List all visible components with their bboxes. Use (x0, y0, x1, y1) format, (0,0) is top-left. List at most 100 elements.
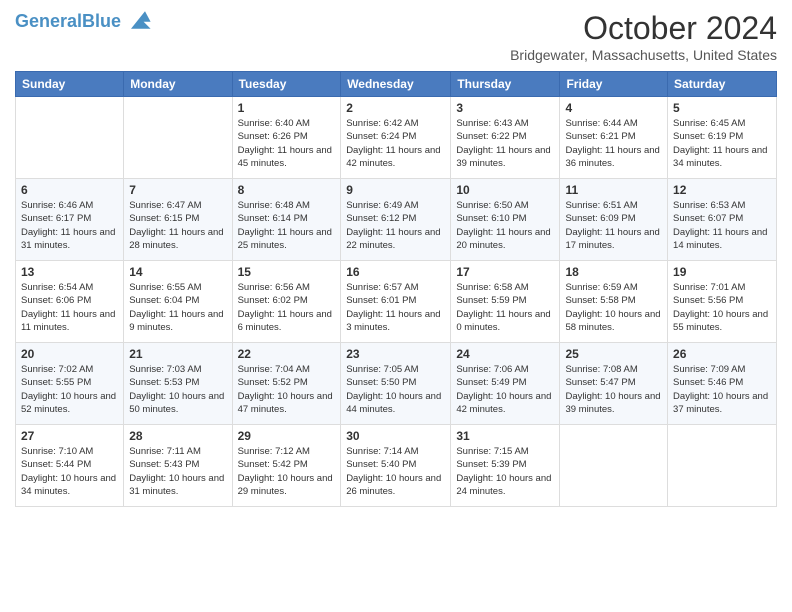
calendar-table: Sunday Monday Tuesday Wednesday Thursday… (15, 71, 777, 507)
day-info: Sunrise: 7:15 AM Sunset: 5:39 PM Dayligh… (456, 445, 554, 498)
day-info: Sunrise: 7:06 AM Sunset: 5:49 PM Dayligh… (456, 363, 554, 416)
calendar-cell: 21 Sunrise: 7:03 AM Sunset: 5:53 PM Dayli… (124, 343, 232, 425)
day-number: 31 (456, 429, 554, 443)
day-info: Sunrise: 7:14 AM Sunset: 5:40 PM Dayligh… (346, 445, 445, 498)
calendar-cell (16, 97, 124, 179)
day-info: Sunrise: 6:53 AM Sunset: 6:07 PM Dayligh… (673, 199, 771, 252)
day-info: Sunrise: 6:43 AM Sunset: 6:22 PM Dayligh… (456, 117, 554, 170)
day-number: 7 (129, 183, 226, 197)
calendar-cell: 4Sunrise: 6:44 AM Sunset: 6:21 PM Daylig… (560, 97, 668, 179)
calendar-cell: 13 Sunrise: 6:54 AM Sunset: 6:06 PM Dayli… (16, 261, 124, 343)
page: GeneralBlue October 2024 Bridgewater, Ma… (0, 0, 792, 612)
day-number: 21 (129, 347, 226, 361)
day-number: 10 (456, 183, 554, 197)
calendar-cell: 20 Sunrise: 7:02 AM Sunset: 5:55 PM Dayli… (16, 343, 124, 425)
day-number: 12 (673, 183, 771, 197)
calendar-cell: 18 Sunrise: 6:59 AM Sunset: 5:58 PM Dayli… (560, 261, 668, 343)
day-number: 6 (21, 183, 118, 197)
day-number: 20 (21, 347, 118, 361)
day-info: Sunrise: 7:03 AM Sunset: 5:53 PM Dayligh… (129, 363, 226, 416)
calendar-cell: 10 Sunrise: 6:50 AM Sunset: 6:10 PM Dayli… (451, 179, 560, 261)
calendar-cell: 3 Sunrise: 6:43 AM Sunset: 6:22 PM Daylig… (451, 97, 560, 179)
calendar-cell: 27 Sunrise: 7:10 AM Sunset: 5:44 PM Dayli… (16, 425, 124, 507)
day-info: Sunrise: 6:40 AM Sunset: 6:26 PM Dayligh… (238, 117, 336, 170)
day-info: Sunrise: 6:59 AM Sunset: 5:58 PM Dayligh… (565, 281, 662, 334)
calendar-cell: 11Sunrise: 6:51 AM Sunset: 6:09 PM Dayli… (560, 179, 668, 261)
day-number: 4 (565, 101, 662, 115)
calendar-cell: 1 Sunrise: 6:40 AM Sunset: 6:26 PM Daylig… (232, 97, 341, 179)
day-number: 23 (346, 347, 445, 361)
col-thursday: Thursday (451, 72, 560, 97)
logo-text: GeneralBlue (15, 12, 121, 32)
day-info: Sunrise: 7:11 AM Sunset: 5:43 PM Dayligh… (129, 445, 226, 498)
day-number: 29 (238, 429, 336, 443)
calendar-cell: 8Sunrise: 6:48 AM Sunset: 6:14 PM Daylig… (232, 179, 341, 261)
col-wednesday: Wednesday (341, 72, 451, 97)
day-info: Sunrise: 7:09 AM Sunset: 5:46 PM Dayligh… (673, 363, 771, 416)
logo: GeneralBlue (15, 10, 152, 34)
calendar-cell: 5 Sunrise: 6:45 AM Sunset: 6:19 PM Daylig… (668, 97, 777, 179)
day-number: 28 (129, 429, 226, 443)
day-info: Sunrise: 6:55 AM Sunset: 6:04 PM Dayligh… (129, 281, 226, 334)
day-number: 26 (673, 347, 771, 361)
calendar-week-3: 13 Sunrise: 6:54 AM Sunset: 6:06 PM Dayli… (16, 261, 777, 343)
col-tuesday: Tuesday (232, 72, 341, 97)
day-info: Sunrise: 6:42 AM Sunset: 6:24 PM Dayligh… (346, 117, 445, 170)
calendar-cell: 6 Sunrise: 6:46 AM Sunset: 6:17 PM Daylig… (16, 179, 124, 261)
day-info: Sunrise: 6:45 AM Sunset: 6:19 PM Dayligh… (673, 117, 771, 170)
day-info: Sunrise: 6:49 AM Sunset: 6:12 PM Dayligh… (346, 199, 445, 252)
calendar-cell: 12 Sunrise: 6:53 AM Sunset: 6:07 PM Dayli… (668, 179, 777, 261)
day-info: Sunrise: 6:56 AM Sunset: 6:02 PM Dayligh… (238, 281, 336, 334)
calendar-cell: 14 Sunrise: 6:55 AM Sunset: 6:04 PM Dayli… (124, 261, 232, 343)
day-number: 1 (238, 101, 336, 115)
calendar-week-5: 27 Sunrise: 7:10 AM Sunset: 5:44 PM Dayli… (16, 425, 777, 507)
day-number: 16 (346, 265, 445, 279)
day-number: 14 (129, 265, 226, 279)
calendar-cell: 17 Sunrise: 6:58 AM Sunset: 5:59 PM Dayli… (451, 261, 560, 343)
day-number: 11 (565, 183, 662, 197)
day-number: 27 (21, 429, 118, 443)
calendar-cell: 29 Sunrise: 7:12 AM Sunset: 5:42 PM Dayli… (232, 425, 341, 507)
calendar-cell: 24 Sunrise: 7:06 AM Sunset: 5:49 PM Dayli… (451, 343, 560, 425)
calendar-cell: 23 Sunrise: 7:05 AM Sunset: 5:50 PM Dayli… (341, 343, 451, 425)
col-sunday: Sunday (16, 72, 124, 97)
day-number: 5 (673, 101, 771, 115)
header: GeneralBlue October 2024 Bridgewater, Ma… (15, 10, 777, 63)
day-info: Sunrise: 7:01 AM Sunset: 5:56 PM Dayligh… (673, 281, 771, 334)
calendar-cell: 16 Sunrise: 6:57 AM Sunset: 6:01 PM Dayli… (341, 261, 451, 343)
calendar-cell: 9 Sunrise: 6:49 AM Sunset: 6:12 PM Daylig… (341, 179, 451, 261)
day-number: 3 (456, 101, 554, 115)
day-number: 24 (456, 347, 554, 361)
day-info: Sunrise: 7:04 AM Sunset: 5:52 PM Dayligh… (238, 363, 336, 416)
col-monday: Monday (124, 72, 232, 97)
calendar-cell: 22 Sunrise: 7:04 AM Sunset: 5:52 PM Dayli… (232, 343, 341, 425)
location: Bridgewater, Massachusetts, United State… (510, 47, 777, 63)
day-number: 19 (673, 265, 771, 279)
day-info: Sunrise: 6:50 AM Sunset: 6:10 PM Dayligh… (456, 199, 554, 252)
day-number: 22 (238, 347, 336, 361)
day-info: Sunrise: 7:05 AM Sunset: 5:50 PM Dayligh… (346, 363, 445, 416)
calendar-cell: 15 Sunrise: 6:56 AM Sunset: 6:02 PM Dayli… (232, 261, 341, 343)
day-info: Sunrise: 7:12 AM Sunset: 5:42 PM Dayligh… (238, 445, 336, 498)
day-info: Sunrise: 7:02 AM Sunset: 5:55 PM Dayligh… (21, 363, 118, 416)
title-block: October 2024 Bridgewater, Massachusetts,… (510, 10, 777, 63)
day-info: Sunrise: 6:47 AM Sunset: 6:15 PM Dayligh… (129, 199, 226, 252)
day-number: 25 (565, 347, 662, 361)
day-number: 17 (456, 265, 554, 279)
logo-icon (124, 6, 152, 34)
day-info: Sunrise: 7:10 AM Sunset: 5:44 PM Dayligh… (21, 445, 118, 498)
day-number: 15 (238, 265, 336, 279)
day-number: 18 (565, 265, 662, 279)
day-number: 13 (21, 265, 118, 279)
day-info: Sunrise: 6:54 AM Sunset: 6:06 PM Dayligh… (21, 281, 118, 334)
calendar-week-2: 6 Sunrise: 6:46 AM Sunset: 6:17 PM Daylig… (16, 179, 777, 261)
day-info: Sunrise: 6:58 AM Sunset: 5:59 PM Dayligh… (456, 281, 554, 334)
calendar-week-4: 20 Sunrise: 7:02 AM Sunset: 5:55 PM Dayli… (16, 343, 777, 425)
calendar-cell: 7 Sunrise: 6:47 AM Sunset: 6:15 PM Daylig… (124, 179, 232, 261)
day-info: Sunrise: 6:46 AM Sunset: 6:17 PM Dayligh… (21, 199, 118, 252)
day-info: Sunrise: 6:57 AM Sunset: 6:01 PM Dayligh… (346, 281, 445, 334)
day-number: 9 (346, 183, 445, 197)
calendar-cell: 30Sunrise: 7:14 AM Sunset: 5:40 PM Dayli… (341, 425, 451, 507)
calendar-cell: 28 Sunrise: 7:11 AM Sunset: 5:43 PM Dayli… (124, 425, 232, 507)
calendar-header-row: Sunday Monday Tuesday Wednesday Thursday… (16, 72, 777, 97)
